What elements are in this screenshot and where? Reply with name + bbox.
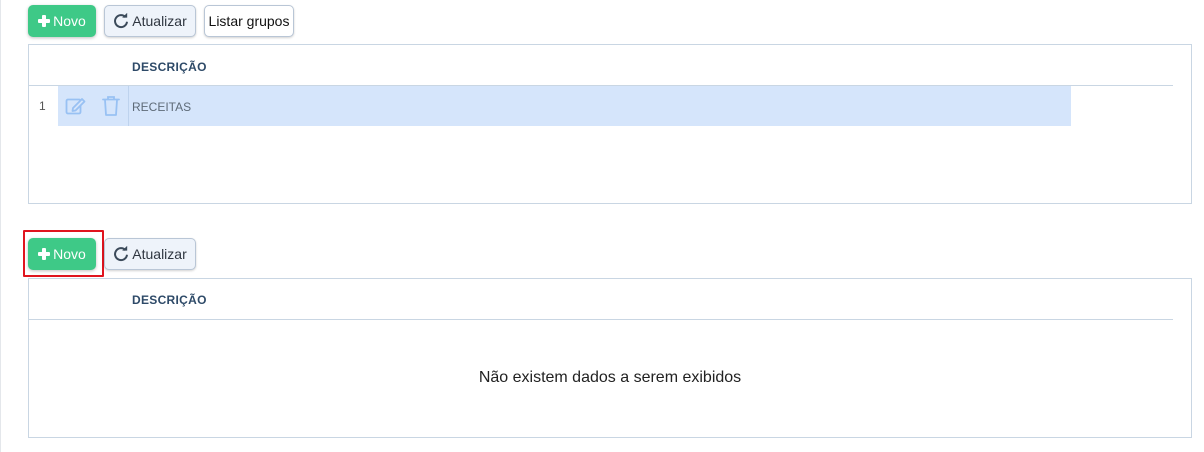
edit-icon[interactable] bbox=[65, 96, 87, 116]
trash-icon[interactable] bbox=[101, 95, 121, 117]
refresh-button[interactable]: Atualizar bbox=[104, 5, 196, 37]
column-header-descricao[interactable]: DESCRIÇÃO bbox=[132, 60, 207, 74]
empty-state-message: Não existem dados a serem exibidos bbox=[478, 369, 742, 386]
header-divider bbox=[29, 319, 1173, 320]
refresh-button[interactable]: Atualizar bbox=[104, 238, 196, 270]
plus-icon bbox=[38, 15, 51, 27]
items-grid: DESCRIÇÃO Não existem dados a serem exib… bbox=[28, 278, 1192, 438]
refresh-button-label: Atualizar bbox=[132, 13, 187, 29]
list-groups-button[interactable]: Listar grupos bbox=[204, 5, 294, 37]
refresh-icon bbox=[114, 13, 129, 29]
left-border bbox=[0, 0, 1, 452]
new-button[interactable]: Novo bbox=[28, 5, 96, 37]
new-button-label: Novo bbox=[53, 13, 86, 29]
column-header-descricao[interactable]: DESCRIÇÃO bbox=[132, 293, 207, 307]
descricao-cell: RECEITAS bbox=[132, 100, 192, 114]
highlight-box bbox=[23, 230, 104, 277]
table-row[interactable]: RECEITAS bbox=[58, 86, 1071, 126]
row-number: 1 bbox=[39, 99, 46, 113]
refresh-icon bbox=[114, 246, 129, 262]
refresh-button-label: Atualizar bbox=[132, 246, 187, 262]
cell-divider bbox=[128, 86, 129, 126]
groups-grid: DESCRIÇÃO 1 RECEITAS bbox=[28, 44, 1192, 204]
list-groups-button-label: Listar grupos bbox=[208, 13, 290, 29]
